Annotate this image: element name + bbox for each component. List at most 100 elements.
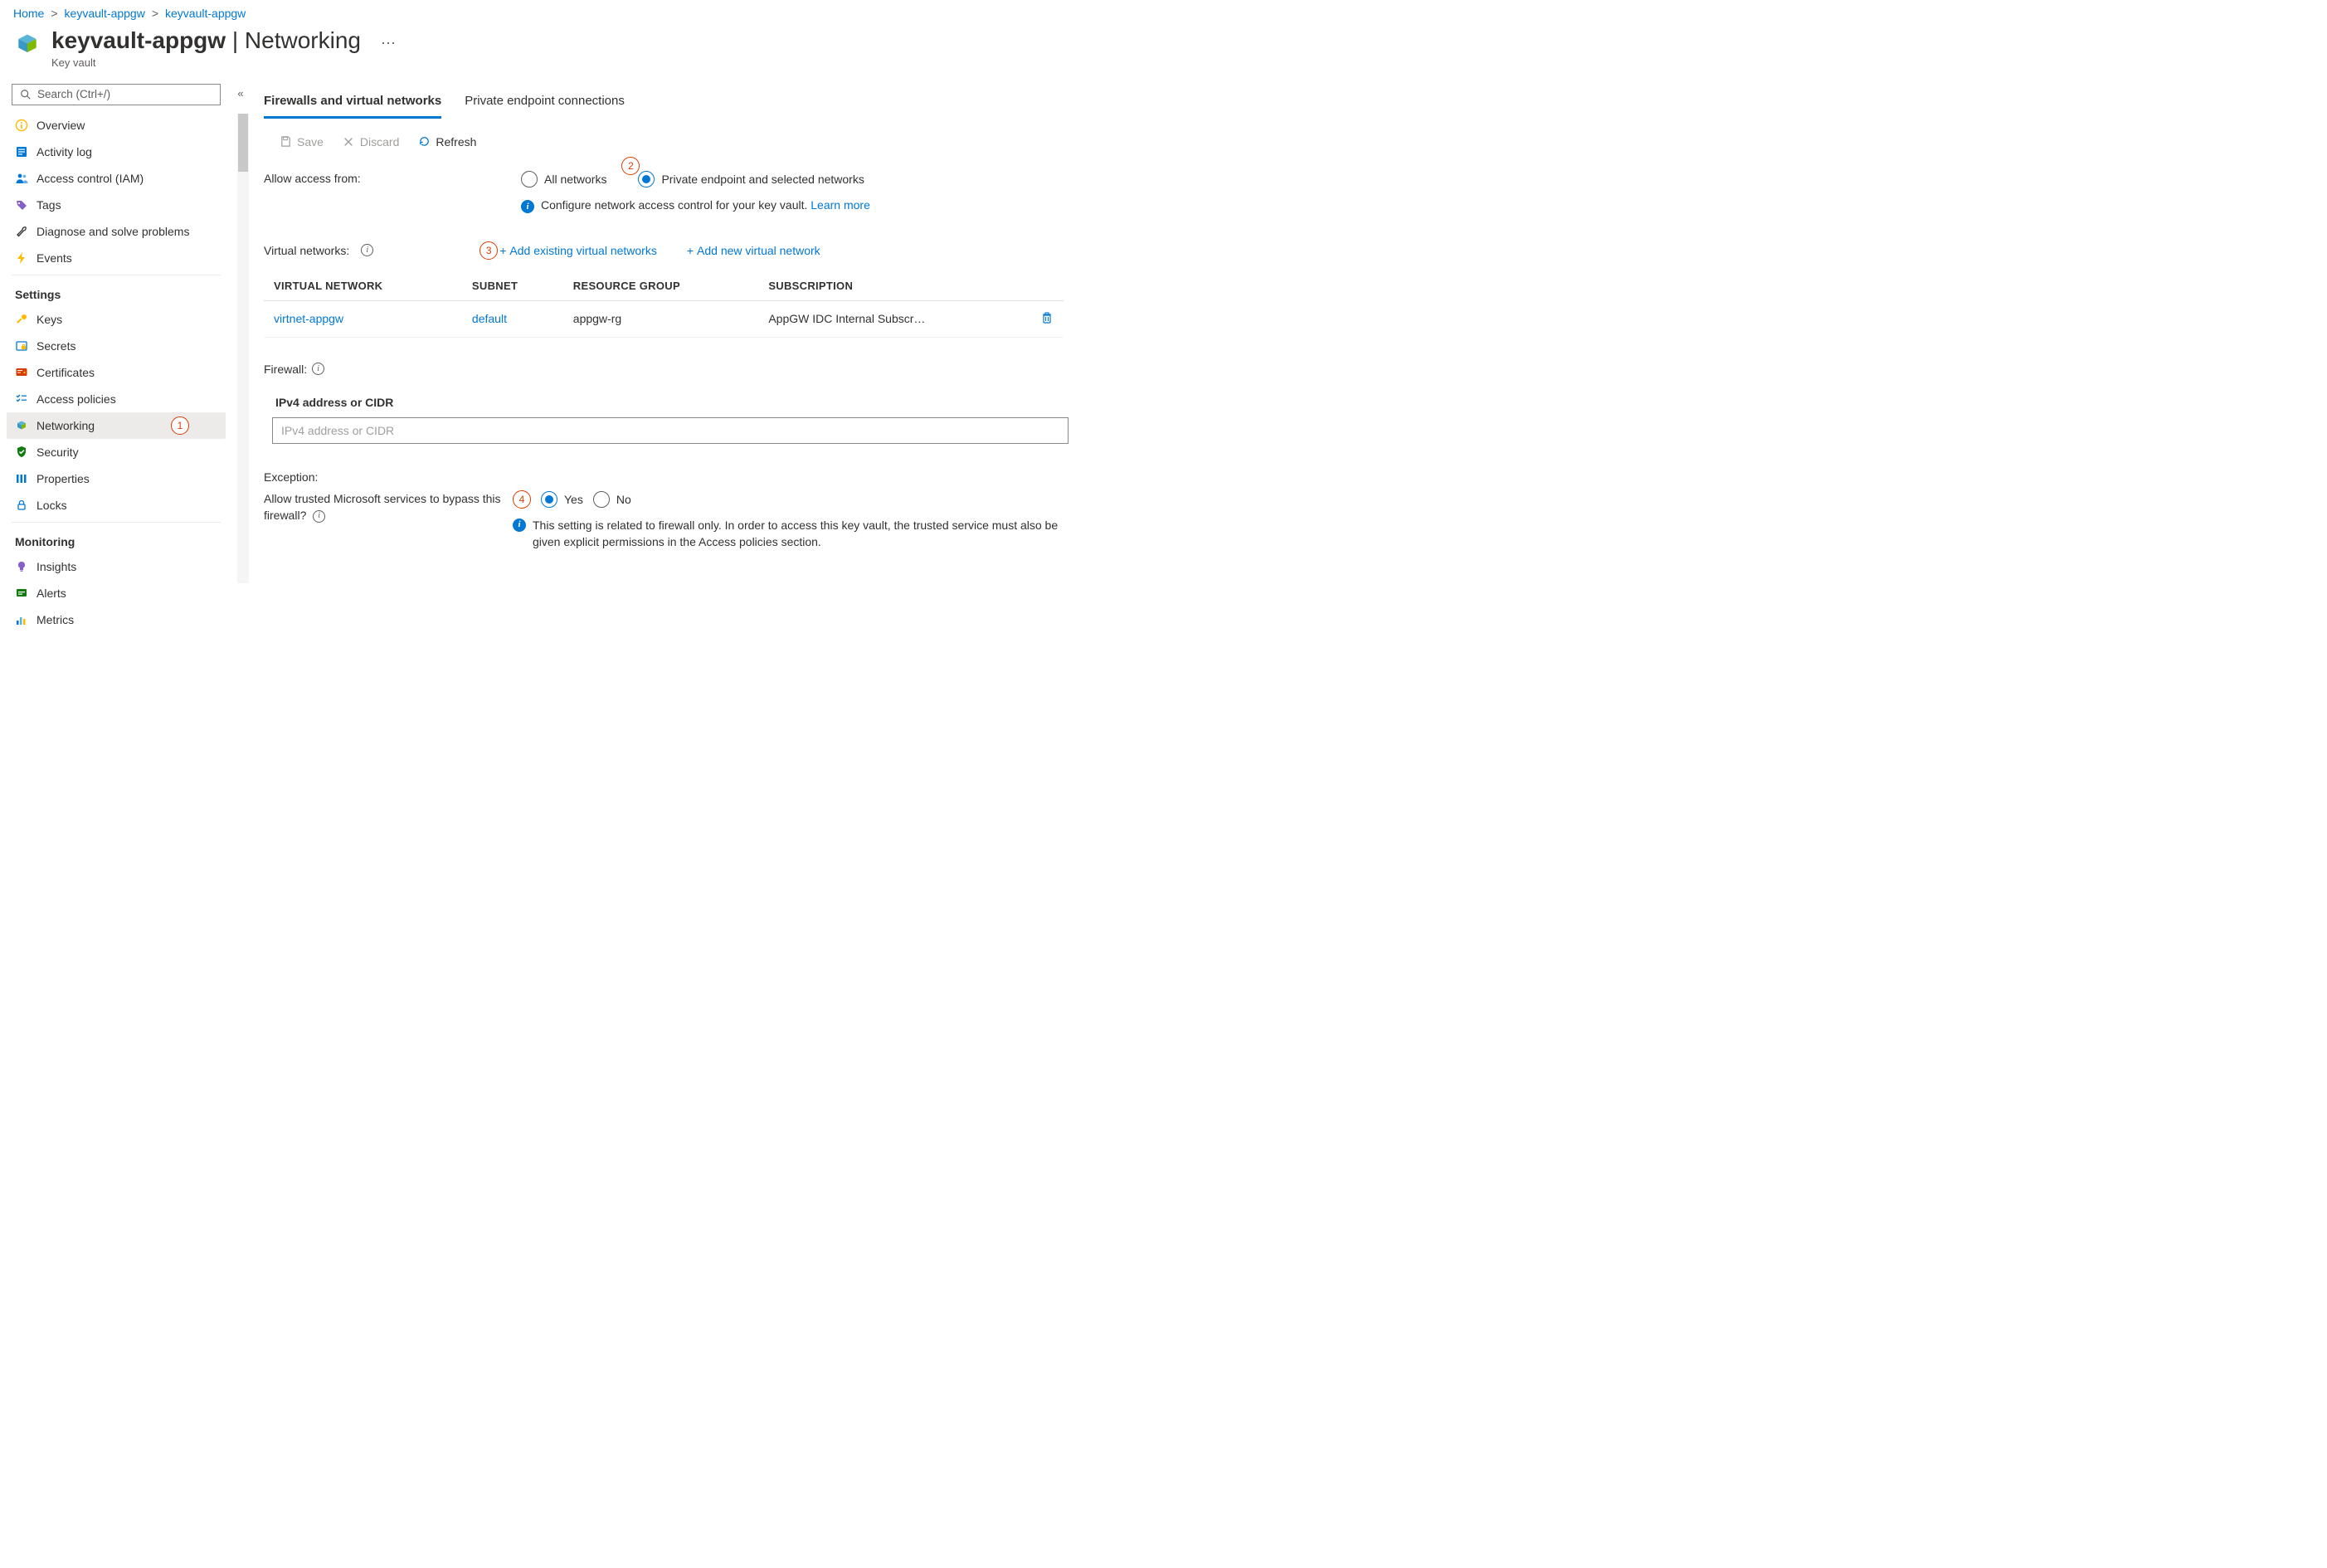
- sidebar-item-label: Networking: [37, 419, 95, 432]
- sidebar-item-label: Diagnose and solve problems: [37, 225, 189, 238]
- discard-label: Discard: [360, 135, 399, 149]
- toolbar: Save Discard Refresh: [272, 132, 1064, 152]
- sidebar-item-iam[interactable]: Access control (IAM): [7, 165, 226, 192]
- sidebar-item-keys[interactable]: Keys: [7, 306, 226, 333]
- sidebar-item-metrics[interactable]: Metrics: [7, 606, 226, 633]
- save-icon: [279, 135, 292, 149]
- more-actions-icon[interactable]: ⋯: [381, 35, 396, 52]
- sidebar-item-label: Tags: [37, 198, 61, 212]
- close-icon: [342, 135, 355, 149]
- sidebar-item-label: Events: [37, 251, 72, 265]
- radio-exception-yes[interactable]: Yes: [541, 491, 583, 508]
- allow-access-label: Allow access from:: [264, 170, 521, 185]
- sidebar-item-label: Overview: [37, 119, 85, 132]
- annotation-4: 4: [513, 490, 531, 509]
- discard-button[interactable]: Discard: [335, 132, 406, 152]
- info-icon[interactable]: i: [313, 510, 325, 523]
- page-title: keyvault-appgw | Networking: [51, 27, 361, 55]
- exception-section: Exception: Allow trusted Microsoft servi…: [264, 470, 1064, 551]
- sidebar-item-label: Insights: [37, 560, 76, 573]
- radio-all-networks[interactable]: All networks: [521, 171, 606, 187]
- scrollbar[interactable]: [237, 114, 249, 584]
- alerts-icon: [15, 587, 28, 600]
- sidebar-search[interactable]: Search (Ctrl+/): [12, 84, 221, 105]
- firewall-label: Firewall: i: [264, 363, 1064, 376]
- annotation-2: 2: [621, 157, 640, 175]
- add-existing-vnet-link[interactable]: + Add existing virtual networks: [499, 244, 657, 257]
- vnet-label: Virtual networks:: [264, 244, 349, 257]
- col-vnet: Virtual Network: [264, 271, 462, 301]
- sidebar-item-networking[interactable]: Networking 1: [7, 412, 226, 439]
- breadcrumb-sep: >: [51, 7, 57, 20]
- sidebar-item-security[interactable]: Security: [7, 439, 226, 465]
- sidebar-item-properties[interactable]: Properties: [7, 465, 226, 492]
- tab-private-endpoint[interactable]: Private endpoint connections: [465, 87, 625, 119]
- sidebar-item-label: Access policies: [37, 392, 116, 406]
- sidebar-item-diagnose[interactable]: Diagnose and solve problems: [7, 218, 226, 245]
- breadcrumb-home[interactable]: Home: [13, 7, 44, 20]
- sidebar: Search (Ctrl+/) Overview Activity log Ac…: [0, 84, 232, 653]
- add-new-vnet-link[interactable]: + Add new virtual network: [687, 244, 820, 257]
- save-button[interactable]: Save: [272, 132, 330, 152]
- people-icon: [15, 172, 28, 185]
- properties-icon: [15, 472, 28, 485]
- sidebar-item-insights[interactable]: Insights: [7, 553, 226, 580]
- cidr-column-header: IPv4 address or CIDR: [264, 387, 1064, 417]
- log-icon: [15, 145, 28, 158]
- shield-icon: [15, 446, 28, 459]
- col-subscription: Subscription: [758, 271, 1030, 301]
- radio-selected-networks[interactable]: Private endpoint and selected networks: [638, 171, 864, 187]
- sidebar-item-locks[interactable]: Locks: [7, 492, 226, 519]
- sidebar-section-monitoring: Monitoring: [7, 523, 226, 553]
- search-placeholder: Search (Ctrl+/): [37, 88, 110, 100]
- radio-label: All networks: [544, 173, 606, 186]
- tab-firewalls[interactable]: Firewalls and virtual networks: [264, 87, 441, 119]
- sidebar-item-label: Activity log: [37, 145, 92, 158]
- sidebar-item-label: Properties: [37, 472, 90, 485]
- access-info: i Configure network access control for y…: [521, 198, 1064, 213]
- checklist-icon: [15, 392, 28, 406]
- radio-label: Yes: [564, 493, 583, 506]
- breadcrumb: Home > keyvault-appgw > keyvault-appgw: [0, 0, 2327, 23]
- sidebar-item-secrets[interactable]: Secrets: [7, 333, 226, 359]
- sidebar-item-activity-log[interactable]: Activity log: [7, 139, 226, 165]
- col-subnet: Subnet: [462, 271, 563, 301]
- radio-exception-no[interactable]: No: [593, 491, 631, 508]
- save-label: Save: [297, 135, 324, 149]
- learn-more-link[interactable]: Learn more: [811, 198, 870, 212]
- main-content: Firewalls and virtual networks Private e…: [249, 84, 1087, 584]
- sidebar-item-access-policies[interactable]: Access policies: [7, 386, 226, 412]
- delete-row-button[interactable]: [1040, 314, 1054, 327]
- info-icon[interactable]: i: [361, 244, 373, 256]
- breadcrumb-item-2[interactable]: keyvault-appgw: [165, 7, 246, 20]
- network-icon: [15, 419, 28, 432]
- lightning-icon: [15, 251, 28, 265]
- sidebar-item-label: Access control (IAM): [37, 172, 144, 185]
- info-text: Configure network access control for you…: [541, 198, 811, 212]
- sidebar-item-label: Secrets: [37, 339, 75, 353]
- page-header: keyvault-appgw | Networking Key vault ⋯: [0, 23, 2327, 84]
- sidebar-item-certificates[interactable]: Certificates: [7, 359, 226, 386]
- tag-icon: [15, 198, 28, 212]
- certificate-icon: [15, 366, 28, 379]
- sidebar-item-alerts[interactable]: Alerts: [7, 580, 226, 606]
- exception-heading: Exception:: [264, 470, 1064, 484]
- info-icon[interactable]: i: [312, 363, 324, 375]
- sidebar-item-tags[interactable]: Tags: [7, 192, 226, 218]
- page-subtitle: Key vault: [51, 56, 361, 69]
- bulb-icon: [15, 560, 28, 573]
- refresh-button[interactable]: Refresh: [411, 132, 483, 152]
- annotation-1: 1: [171, 416, 189, 435]
- cidr-input[interactable]: [272, 417, 1069, 444]
- vnet-cell[interactable]: virtnet-appgw: [264, 300, 462, 337]
- sidebar-item-label: Locks: [37, 499, 67, 512]
- breadcrumb-item-1[interactable]: keyvault-appgw: [65, 7, 145, 20]
- sidebar-item-overview[interactable]: Overview: [7, 112, 226, 139]
- breadcrumb-sep: >: [152, 7, 158, 20]
- sidebar-item-events[interactable]: Events: [7, 245, 226, 271]
- subnet-cell[interactable]: default: [462, 300, 563, 337]
- sidebar-item-label: Security: [37, 446, 79, 459]
- vnet-header-row: Virtual networks: i 3 + Add existing vir…: [264, 241, 1064, 260]
- collapse-sidebar-button[interactable]: «: [232, 84, 249, 100]
- refresh-label: Refresh: [436, 135, 476, 149]
